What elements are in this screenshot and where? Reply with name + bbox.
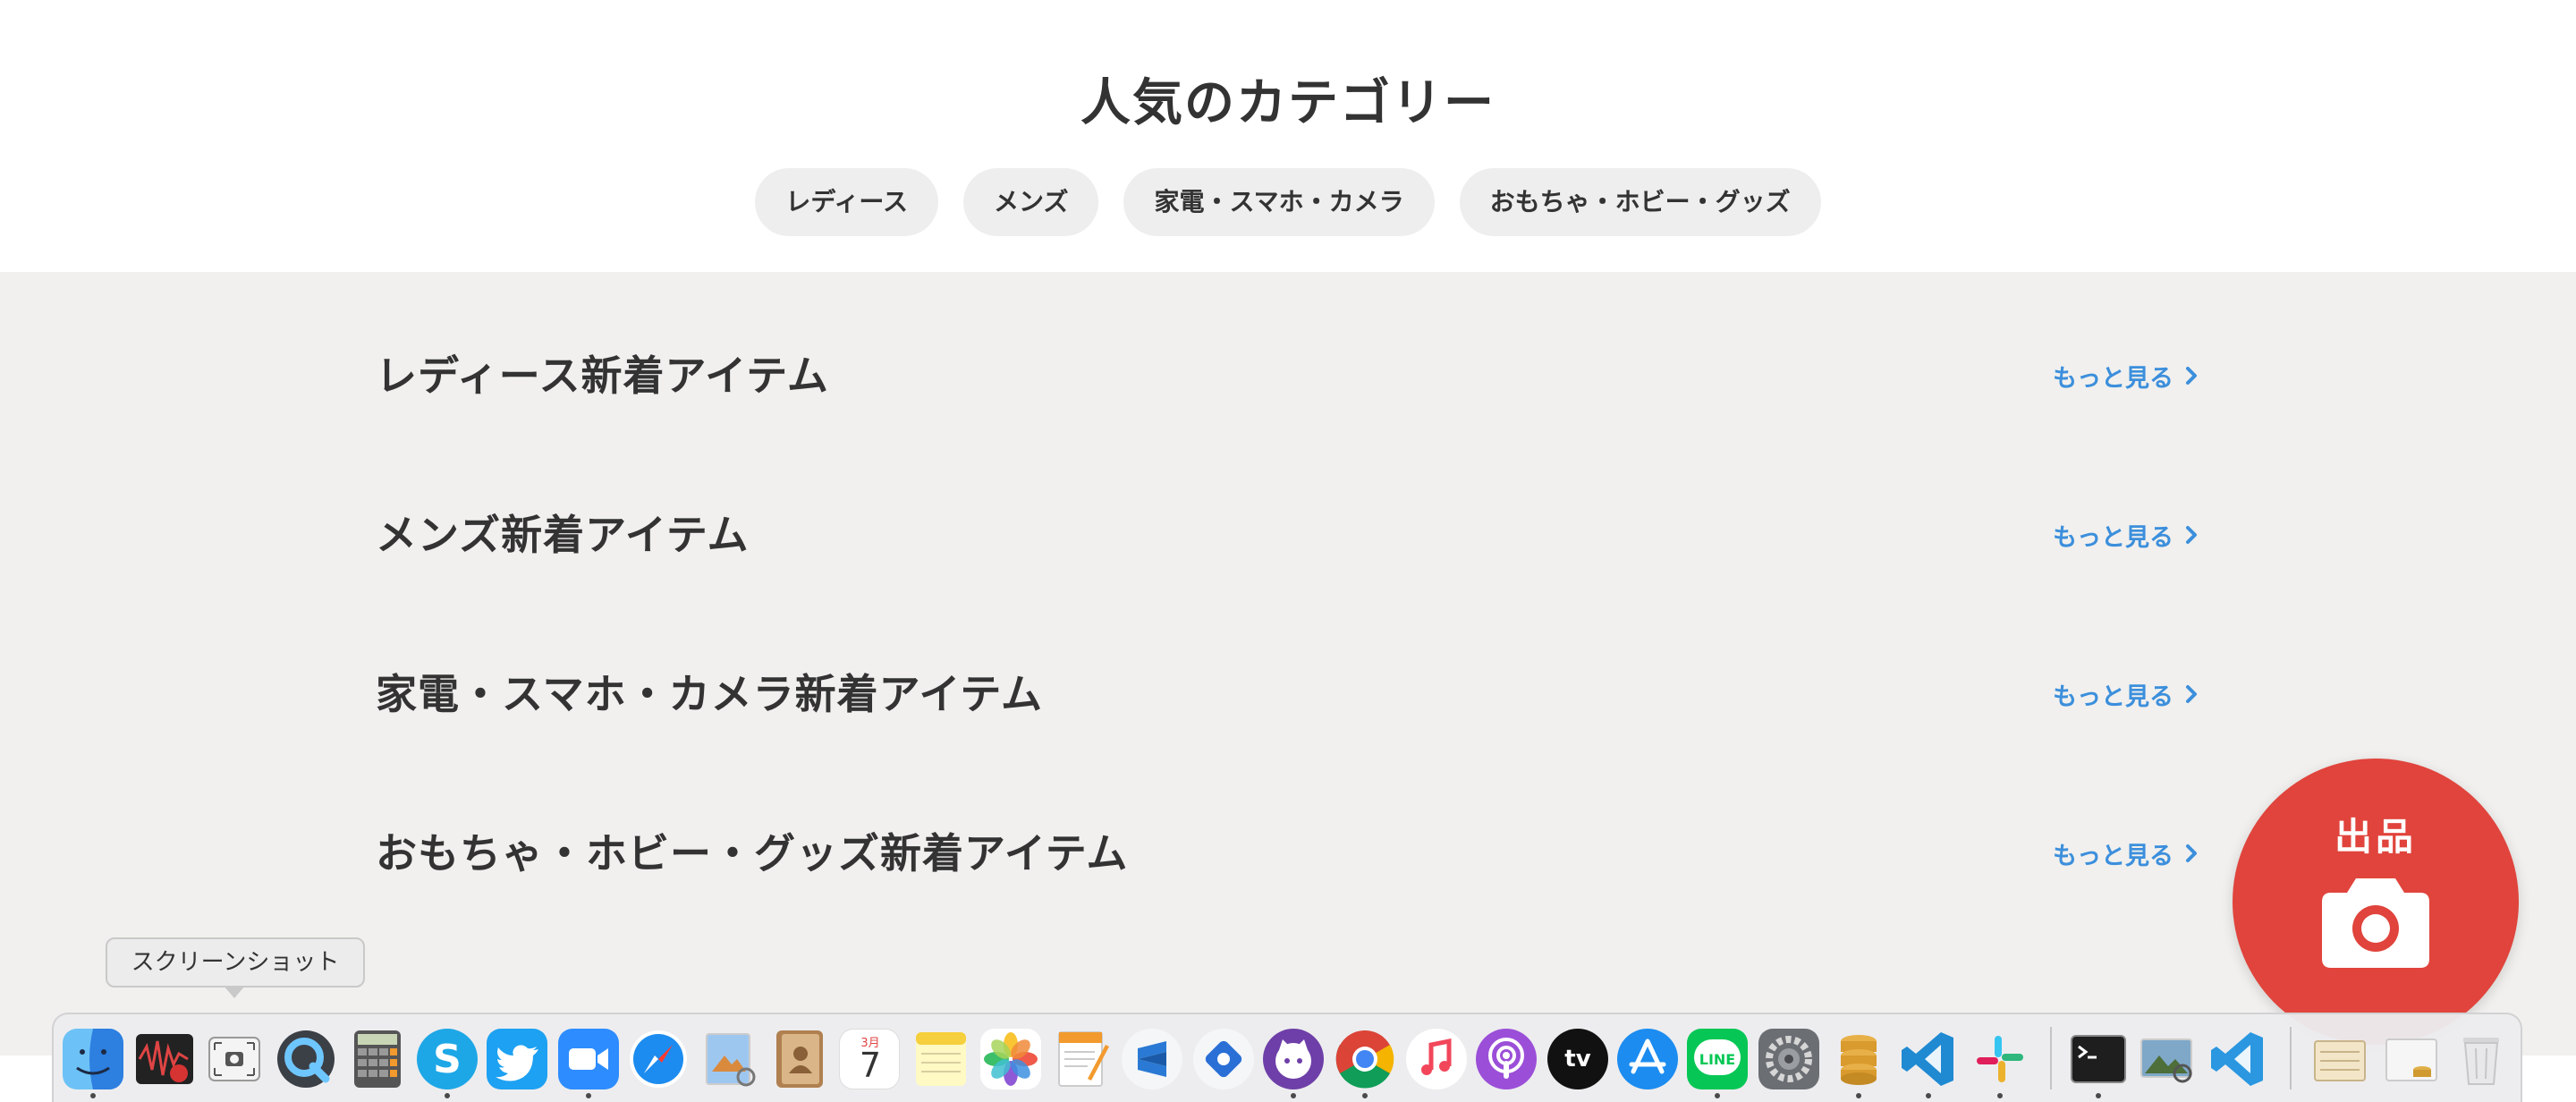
running-indicator xyxy=(2096,1093,2101,1098)
chevron-right-icon xyxy=(2186,685,2197,703)
app-store-icon[interactable] xyxy=(1617,1029,1678,1089)
terminal-icon[interactable] xyxy=(2068,1029,2129,1089)
apple-tv-label: tv xyxy=(1564,1046,1591,1072)
category-chip-toys-hobby[interactable]: おもちゃ・ホビー・グッズ xyxy=(1459,168,1821,236)
line-icon[interactable]: LINE xyxy=(1687,1029,1748,1089)
running-indicator xyxy=(90,1093,96,1098)
see-more-link-ladies[interactable]: もっと見る xyxy=(2053,340,2200,411)
see-more-link-toys-hobby[interactable]: もっと見る xyxy=(2053,818,2200,889)
new-arrivals-area: レディース新着アイテム もっと見る メンズ新着アイテム もっと見る 家電・スマホ… xyxy=(0,272,2576,1055)
new-arrivals-electronics: 家電・スマホ・カメラ新着アイテム もっと見る xyxy=(376,658,2200,730)
category-chip-electronics[interactable]: 家電・スマホ・カメラ xyxy=(1123,168,1435,236)
podcasts-icon[interactable] xyxy=(1476,1029,1537,1089)
new-arrivals-mens: メンズ新着アイテム もっと見る xyxy=(376,499,2200,571)
new-arrivals-ladies: レディース新着アイテム もっと見る xyxy=(376,340,2200,411)
popular-categories-section: 人気のカテゴリー レディース メンズ 家電・スマホ・カメラ おもちゃ・ホビー・グ… xyxy=(0,0,2576,272)
trash-icon[interactable] xyxy=(2451,1029,2512,1089)
photos-icon[interactable] xyxy=(980,1029,1041,1089)
system-preferences-icon[interactable] xyxy=(1758,1029,1819,1089)
quicktime-icon[interactable] xyxy=(275,1029,336,1089)
page: 人気のカテゴリー レディース メンズ 家電・スマホ・カメラ おもちゃ・ホビー・グ… xyxy=(0,0,2576,1102)
zoom-icon[interactable] xyxy=(558,1029,619,1089)
slack-icon[interactable] xyxy=(1970,1029,2030,1089)
calendar-icon[interactable]: 3月 7 xyxy=(839,1029,900,1089)
section-title: メンズ新着アイテム xyxy=(376,511,750,559)
calendar-day: 7 xyxy=(859,1046,882,1085)
skype-letter: S xyxy=(433,1036,462,1082)
audio-recorder-icon[interactable] xyxy=(134,1029,195,1089)
running-indicator xyxy=(1362,1093,1368,1098)
contacts-icon[interactable] xyxy=(769,1029,830,1089)
category-chip-ladies[interactable]: レディース xyxy=(755,168,938,236)
section-title: レディース新着アイテム xyxy=(376,352,829,400)
skype-icon[interactable]: S xyxy=(417,1029,478,1089)
teleport-icon[interactable] xyxy=(1193,1029,1254,1089)
dock-separator xyxy=(2050,1027,2052,1089)
downloads-folder-icon[interactable] xyxy=(2381,1029,2442,1089)
running-indicator xyxy=(1997,1093,2003,1098)
vscode-insiders-icon[interactable] xyxy=(2207,1029,2268,1089)
sublime-icon[interactable] xyxy=(1122,1029,1182,1089)
see-more-link-electronics[interactable]: もっと見る xyxy=(2053,658,2200,730)
popular-categories-title: 人気のカテゴリー xyxy=(1080,74,1496,132)
screenshot-icon[interactable] xyxy=(204,1029,265,1089)
sequel-pro-icon[interactable] xyxy=(1828,1029,1889,1089)
running-indicator xyxy=(445,1093,450,1098)
see-more-link-mens[interactable]: もっと見る xyxy=(2053,499,2200,571)
github-desktop-icon[interactable] xyxy=(1263,1029,1324,1089)
running-indicator xyxy=(1856,1093,1861,1098)
line-label: LINE xyxy=(1699,1050,1736,1068)
see-more-label: もっと見る xyxy=(2053,842,2174,870)
dock-separator xyxy=(2290,1027,2292,1089)
dock-tooltip: スクリーンショット xyxy=(106,937,365,988)
see-more-label: もっと見る xyxy=(2053,682,2174,711)
section-title: 家電・スマホ・カメラ新着アイテム xyxy=(376,670,1044,718)
category-chip-mens[interactable]: メンズ xyxy=(963,168,1099,236)
apple-tv-icon[interactable]: tv xyxy=(1547,1029,1608,1089)
new-arrivals-toys-hobby: おもちゃ・ホビー・グッズ新着アイテム もっと見る xyxy=(376,818,2200,889)
chevron-right-icon xyxy=(2186,526,2197,544)
running-indicator xyxy=(586,1093,591,1098)
sell-button-label: 出品 xyxy=(2334,815,2417,859)
finder-icon[interactable] xyxy=(63,1029,123,1089)
music-icon[interactable] xyxy=(1406,1029,1467,1089)
camera-icon xyxy=(2322,878,2429,968)
calculator-icon[interactable] xyxy=(347,1029,408,1089)
notes-icon[interactable] xyxy=(911,1029,971,1089)
running-indicator xyxy=(1926,1093,1931,1098)
preview-icon[interactable] xyxy=(699,1029,760,1089)
vscode-icon[interactable] xyxy=(1898,1029,1959,1089)
safari-icon[interactable] xyxy=(628,1029,689,1089)
pages-icon[interactable] xyxy=(1052,1029,1113,1089)
chevron-right-icon xyxy=(2186,844,2197,862)
see-more-label: もっと見る xyxy=(2053,364,2174,393)
documents-folder-icon[interactable] xyxy=(2309,1029,2370,1089)
section-title: おもちゃ・ホビー・グッズ新着アイテム xyxy=(376,829,1129,877)
chrome-icon[interactable] xyxy=(1335,1029,1395,1089)
dock-tooltip-arrow xyxy=(224,986,245,998)
running-indicator xyxy=(1715,1093,1720,1098)
image-viewer-icon[interactable] xyxy=(2138,1029,2199,1089)
category-chip-list: レディース メンズ 家電・スマホ・カメラ おもちゃ・ホビー・グッズ xyxy=(0,168,2576,236)
running-indicator xyxy=(1291,1093,1296,1098)
see-more-label: もっと見る xyxy=(2053,523,2174,552)
twitter-icon[interactable] xyxy=(487,1029,547,1089)
dock: S 3月 7 tv LINE xyxy=(52,1013,2522,1102)
chevron-right-icon xyxy=(2186,367,2197,385)
sell-button[interactable]: 出品 xyxy=(2233,759,2519,1045)
